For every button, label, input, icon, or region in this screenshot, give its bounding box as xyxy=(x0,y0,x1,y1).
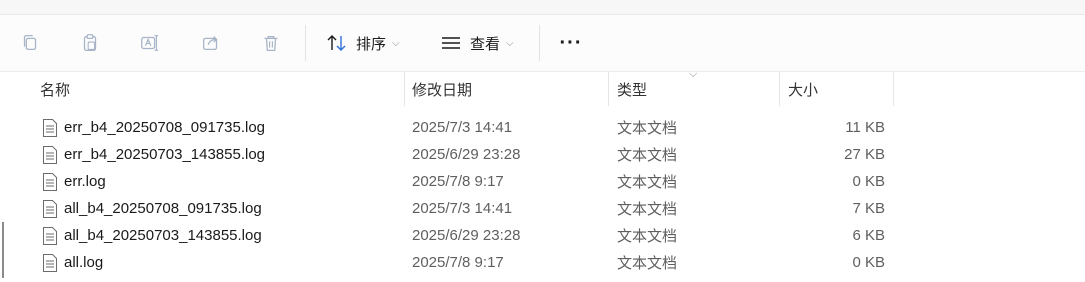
file-name: all_b4_20250703_143855.log xyxy=(64,227,262,244)
file-row[interactable]: all_b4_20250708_091735.log 2025/7/3 14:4… xyxy=(0,195,1085,222)
paste-button[interactable] xyxy=(76,29,104,57)
file-name: err_b4_20250703_143855.log xyxy=(64,146,266,163)
window-top-strip xyxy=(0,0,1085,15)
view-list-icon xyxy=(440,33,462,53)
file-size: 11 KB xyxy=(845,119,885,136)
file-modified-date: 2025/7/8 9:17 xyxy=(412,173,504,190)
share-button[interactable] xyxy=(197,29,225,57)
sort-indicator-icon: ⌵ xyxy=(689,68,698,80)
file-type: 文本文档 xyxy=(617,255,678,272)
text-file-icon xyxy=(42,172,58,192)
file-row[interactable]: err.log 2025/7/8 9:17 文本文档 0 KB xyxy=(0,168,1085,195)
file-type: 文本文档 xyxy=(617,201,678,218)
file-modified-date: 2025/7/3 14:41 xyxy=(412,119,513,136)
file-row[interactable]: all.log 2025/7/8 9:17 文本文档 0 KB xyxy=(0,249,1085,276)
file-modified-date: 2025/6/29 23:28 xyxy=(412,227,521,244)
file-type: 文本文档 xyxy=(617,147,678,164)
scrollbar-thumb[interactable] xyxy=(2,222,4,278)
file-modified-date: 2025/7/3 14:41 xyxy=(412,200,513,217)
delete-button[interactable] xyxy=(257,29,285,57)
column-header-size[interactable]: 大小 xyxy=(788,72,818,106)
view-button[interactable]: 查看 ⌵ xyxy=(440,29,514,57)
file-row[interactable]: err_b4_20250708_091735.log 2025/7/3 14:4… xyxy=(0,114,1085,141)
sort-icon xyxy=(326,33,348,53)
file-size: 0 KB xyxy=(852,173,885,190)
text-file-icon xyxy=(42,226,58,246)
file-size: 27 KB xyxy=(844,146,885,163)
copy-button[interactable] xyxy=(16,29,44,57)
text-file-icon xyxy=(42,199,58,219)
column-divider[interactable] xyxy=(779,72,780,106)
chevron-down-icon: ⌵ xyxy=(392,37,400,49)
file-type: 文本文档 xyxy=(617,174,678,191)
file-size: 6 KB xyxy=(852,227,885,244)
file-type: 文本文档 xyxy=(617,228,678,245)
file-size: 0 KB xyxy=(852,254,885,271)
copy-icon xyxy=(23,35,37,51)
command-bar: 排序 ⌵ 查看 ⌵ ··· xyxy=(0,15,1085,72)
sort-button[interactable]: 排序 ⌵ xyxy=(326,29,400,57)
more-options-button[interactable]: ··· xyxy=(557,29,585,57)
file-name: err_b4_20250708_091735.log xyxy=(64,119,266,136)
file-name: all.log xyxy=(64,254,104,271)
text-file-icon xyxy=(42,118,58,138)
file-name: all_b4_20250708_091735.log xyxy=(64,200,262,217)
column-header-date[interactable]: 修改日期 xyxy=(412,72,472,106)
column-header-row: 名称 修改日期 ⌵ 类型 大小 xyxy=(0,68,1085,106)
column-divider[interactable] xyxy=(893,72,894,106)
file-size: 7 KB xyxy=(852,200,885,217)
file-row[interactable]: all_b4_20250703_143855.log 2025/6/29 23:… xyxy=(0,222,1085,249)
rename-button[interactable] xyxy=(136,29,164,57)
column-divider[interactable] xyxy=(404,72,405,106)
toolbar-separator xyxy=(539,25,540,61)
paste-icon xyxy=(83,34,97,51)
file-type: 文本文档 xyxy=(617,120,678,137)
file-modified-date: 2025/6/29 23:28 xyxy=(412,146,521,163)
file-modified-date: 2025/7/8 9:17 xyxy=(412,254,504,271)
toolbar-separator xyxy=(305,25,306,61)
file-name: err.log xyxy=(64,173,106,190)
column-header-name[interactable]: 名称 xyxy=(40,72,70,106)
column-divider[interactable] xyxy=(608,72,609,106)
text-file-icon xyxy=(42,145,58,165)
column-header-type[interactable]: 类型 xyxy=(617,72,647,106)
view-label: 查看 xyxy=(470,35,501,53)
sort-label: 排序 xyxy=(356,35,387,53)
chevron-down-icon: ⌵ xyxy=(506,37,514,49)
rename-icon xyxy=(141,35,159,51)
text-file-icon xyxy=(42,253,58,273)
file-row[interactable]: err_b4_20250703_143855.log 2025/6/29 23:… xyxy=(0,141,1085,168)
share-icon xyxy=(203,36,218,51)
trash-icon xyxy=(264,35,278,51)
